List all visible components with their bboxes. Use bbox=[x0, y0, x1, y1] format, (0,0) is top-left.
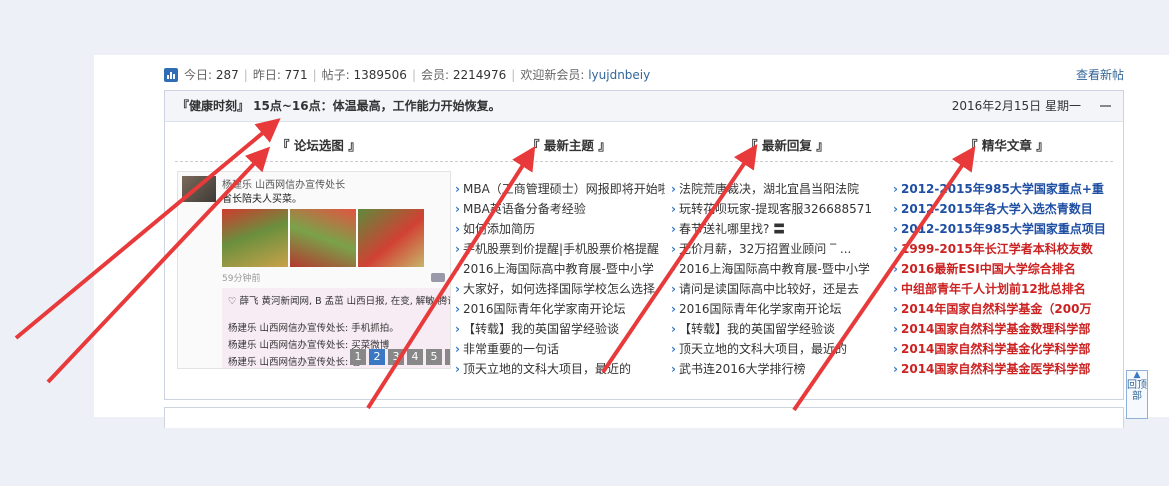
annotation-arrow bbox=[14, 118, 281, 340]
annotation-arrow bbox=[366, 145, 536, 410]
annotation-arrow bbox=[601, 144, 758, 374]
annotation-arrow bbox=[792, 146, 976, 412]
annotation-arrow bbox=[46, 146, 271, 384]
annotation-arrows bbox=[14, 118, 976, 412]
